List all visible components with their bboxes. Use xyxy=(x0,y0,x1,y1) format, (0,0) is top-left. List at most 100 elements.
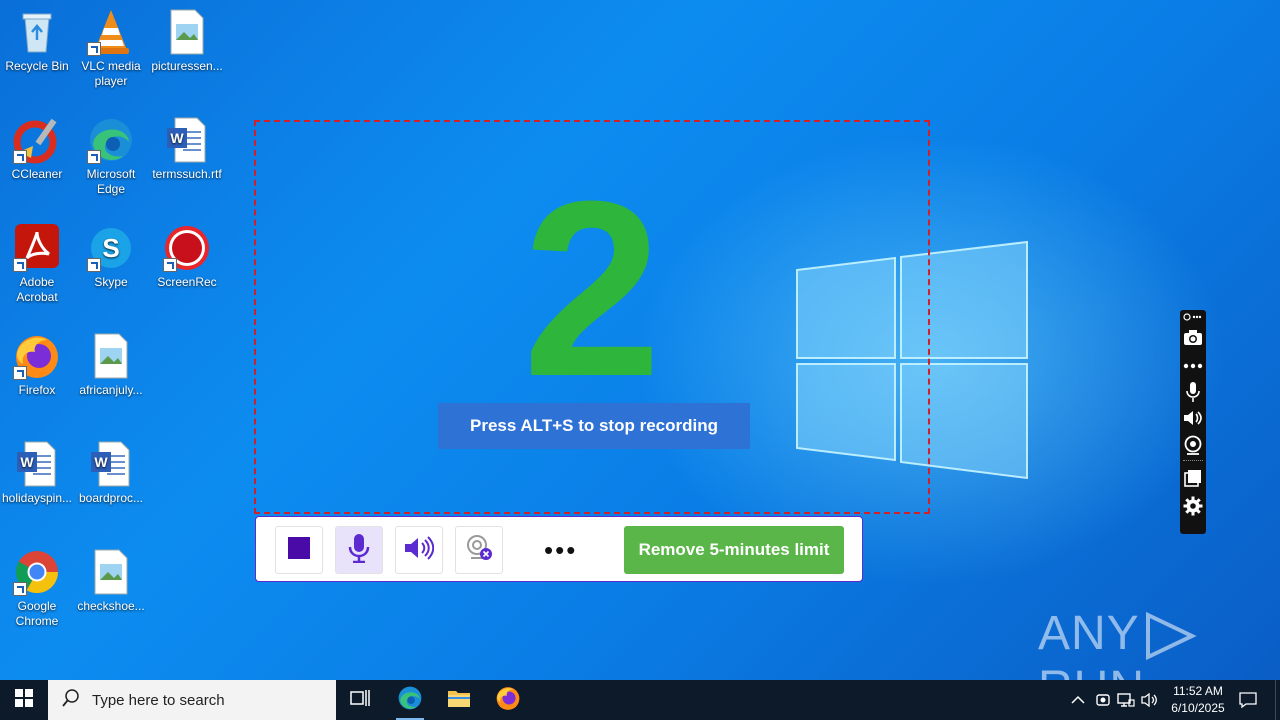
taskbar-file-explorer[interactable] xyxy=(435,680,483,720)
screenrec-icon xyxy=(163,224,211,272)
webcam-off-icon xyxy=(465,534,493,567)
windows-start-icon xyxy=(15,688,33,712)
shortcut-arrow-icon xyxy=(13,258,27,272)
start-button[interactable] xyxy=(0,680,48,720)
microphone-button[interactable] xyxy=(335,526,383,574)
recorder-toolbar: ••• Remove 5-minutes limit xyxy=(255,516,863,582)
desktop-icon-label: picturessen... xyxy=(151,59,223,73)
svg-text:W: W xyxy=(94,454,108,470)
taskbar: Type here to search 11:52 AM 6/10/2025 xyxy=(0,680,1280,720)
desktop-icon-label: holidayspin... xyxy=(1,491,73,505)
desktop-icon-picturessen[interactable]: picturessen... xyxy=(150,8,224,74)
watermark-text-left: ANY xyxy=(1038,607,1140,660)
svg-text:W: W xyxy=(20,454,34,470)
desktop-icon-label: VLC media player xyxy=(81,59,141,88)
panel-divider xyxy=(1183,460,1203,461)
system-audio-button[interactable] xyxy=(395,526,443,574)
image-file-icon xyxy=(87,548,135,596)
recorder-side-panel xyxy=(1180,310,1206,534)
firefox-icon xyxy=(495,685,521,716)
desktop-icon-label: Google Chrome xyxy=(15,599,59,628)
svg-text:W: W xyxy=(170,130,184,146)
camera-icon[interactable] xyxy=(1183,328,1203,348)
task-view-button[interactable] xyxy=(336,680,384,720)
taskbar-clock[interactable]: 11:52 AM 6/10/2025 xyxy=(1160,683,1236,717)
shortcut-arrow-icon xyxy=(13,582,27,596)
image-file-icon xyxy=(163,8,211,56)
speaker-icon[interactable] xyxy=(1183,408,1203,428)
desktop-icon-termssuch[interactable]: W termssuch.rtf xyxy=(150,116,224,182)
svg-text:S: S xyxy=(102,233,119,263)
desktop-icon-checkshoe[interactable]: checkshoe... xyxy=(74,548,148,614)
volume-icon[interactable] xyxy=(1140,690,1160,710)
desktop-icon-edge[interactable]: Microsoft Edge xyxy=(74,116,148,197)
image-file-icon xyxy=(87,332,135,380)
shortcut-arrow-icon xyxy=(87,42,101,56)
desktop-icon-label: checkshoe... xyxy=(77,599,145,613)
recycle-bin-icon xyxy=(13,8,61,56)
windows-icon[interactable] xyxy=(1183,468,1203,488)
taskbar-search-box[interactable]: Type here to search xyxy=(48,680,336,720)
chevron-up-icon[interactable] xyxy=(1068,690,1088,710)
taskbar-firefox[interactable] xyxy=(484,680,532,720)
search-icon xyxy=(62,688,80,712)
ccleaner-icon xyxy=(13,116,61,164)
shortcut-arrow-icon xyxy=(87,258,101,272)
desktop-icon-vlc[interactable]: VLC media player xyxy=(74,8,148,89)
desktop-icon-label: Recycle Bin xyxy=(5,59,69,73)
desktop-icon-firefox[interactable]: Firefox xyxy=(0,332,74,398)
desktop-icon-screenrec[interactable]: ScreenRec xyxy=(150,224,224,290)
clock-time: 11:52 AM xyxy=(1173,684,1223,698)
edge-icon xyxy=(397,685,423,716)
file-explorer-icon xyxy=(447,688,471,713)
desktop-icon-label: Skype xyxy=(94,275,128,289)
notifications-icon[interactable] xyxy=(1238,690,1258,710)
desktop-icon-label: boardproc... xyxy=(78,491,144,505)
desktop-icon-label: ScreenRec xyxy=(157,275,217,289)
taskbar-edge[interactable] xyxy=(386,680,434,720)
desktop-icon-africanjuly[interactable]: africanjuly... xyxy=(74,332,148,398)
chrome-icon xyxy=(13,548,61,596)
word-document-icon: W xyxy=(87,440,135,488)
webcam-button[interactable] xyxy=(455,526,503,574)
desktop-icon-chrome[interactable]: Google Chrome xyxy=(0,548,74,629)
recorder-tray-icon[interactable] xyxy=(1093,690,1113,710)
microphone-icon xyxy=(348,533,370,568)
desktop-icon-label: Adobe Acrobat xyxy=(16,275,58,304)
desktop-icon-label: CCleaner xyxy=(11,167,63,181)
desktop-icon-recycle-bin[interactable]: Recycle Bin xyxy=(0,8,74,74)
vlc-cone-icon xyxy=(87,8,135,56)
stop-button[interactable] xyxy=(275,526,323,574)
stop-icon xyxy=(288,536,310,564)
desktop-icon-label: Firefox xyxy=(18,383,56,397)
search-placeholder: Type here to search xyxy=(92,691,225,709)
desktop-icon-acrobat[interactable]: Adobe Acrobat xyxy=(0,224,74,305)
more-icon[interactable] xyxy=(1183,356,1203,376)
show-desktop-button[interactable] xyxy=(1275,680,1280,720)
skype-icon: S xyxy=(87,224,135,272)
firefox-icon xyxy=(13,332,61,380)
microphone-icon[interactable] xyxy=(1183,382,1203,402)
desktop-icon-label: Microsoft Edge xyxy=(86,167,136,196)
network-icon[interactable] xyxy=(1116,690,1136,710)
gear-icon[interactable] xyxy=(1183,496,1203,516)
more-options-button[interactable]: ••• xyxy=(544,537,577,563)
desktop-icon-label: termssuch.rtf xyxy=(152,167,222,181)
webcam-icon[interactable] xyxy=(1183,435,1203,455)
word-document-icon: W xyxy=(163,116,211,164)
shortcut-arrow-icon xyxy=(87,150,101,164)
shortcut-arrow-icon xyxy=(163,258,177,272)
word-document-icon: W xyxy=(13,440,61,488)
desktop-icon-ccleaner[interactable]: CCleaner xyxy=(0,116,74,182)
shortcut-arrow-icon xyxy=(13,366,27,380)
pin-more-icon[interactable] xyxy=(1183,310,1203,324)
clock-date: 6/10/2025 xyxy=(1171,701,1225,715)
acrobat-icon xyxy=(13,224,61,272)
recording-area-frame: 2 Press ALT+S to stop recording xyxy=(254,120,930,514)
desktop-icon-holidayspin[interactable]: W holidayspin... xyxy=(0,440,74,506)
desktop-icon-boardproc[interactable]: W boardproc... xyxy=(74,440,148,506)
task-view-icon xyxy=(350,689,370,712)
desktop-icon-skype[interactable]: S Skype xyxy=(74,224,148,290)
edge-icon xyxy=(87,116,135,164)
remove-limit-button[interactable]: Remove 5-minutes limit xyxy=(624,526,844,574)
